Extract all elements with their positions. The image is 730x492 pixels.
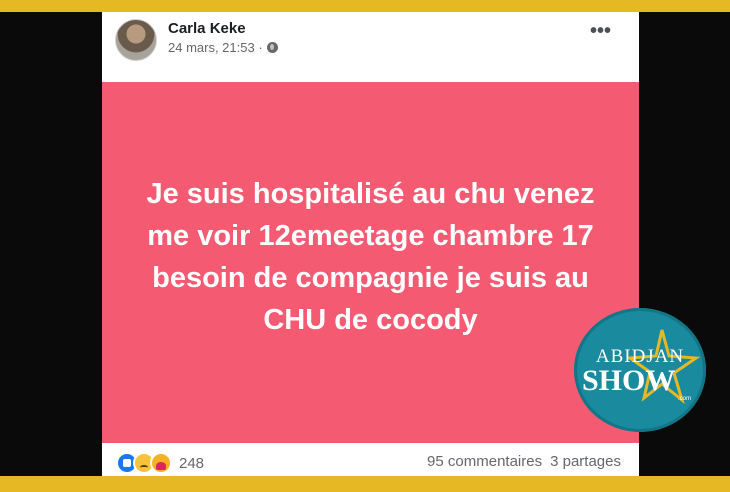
post-timestamp[interactable]: 24 mars, 21:53 ·	[168, 40, 263, 55]
frame-top-border	[0, 0, 730, 12]
post-stats: 95 commentaires 3 partages	[427, 453, 621, 470]
abidjan-show-logo: ABIDJAN SHOW .com	[574, 308, 706, 432]
author-name[interactable]: Carla Keke	[168, 20, 246, 37]
post-header: Carla Keke 24 mars, 21:53 · •••	[102, 12, 639, 82]
shares-link[interactable]: 3 partages	[550, 453, 621, 470]
logo-suffix: .com	[678, 396, 692, 402]
care-icon	[150, 452, 172, 474]
reactions-summary[interactable]: 248	[116, 452, 204, 474]
frame-bottom-border	[0, 476, 730, 492]
more-options-button[interactable]: •••	[590, 21, 611, 41]
status-text: Je suis hospitalisé au chu venez me voir…	[146, 177, 595, 336]
reaction-count: 248	[179, 454, 205, 472]
status-card: Je suis hospitalisé au chu venez me voir…	[102, 82, 639, 443]
facebook-post: Carla Keke 24 mars, 21:53 · ••• Je suis …	[102, 12, 639, 476]
post-meta: 24 mars, 21:53 ·	[168, 40, 278, 55]
avatar[interactable]	[115, 19, 157, 61]
logo-line2: SHOW	[582, 364, 676, 397]
post-footer: 248 95 commentaires 3 partages	[102, 443, 639, 476]
comments-link[interactable]: 95 commentaires	[427, 453, 542, 470]
globe-icon	[266, 42, 278, 53]
